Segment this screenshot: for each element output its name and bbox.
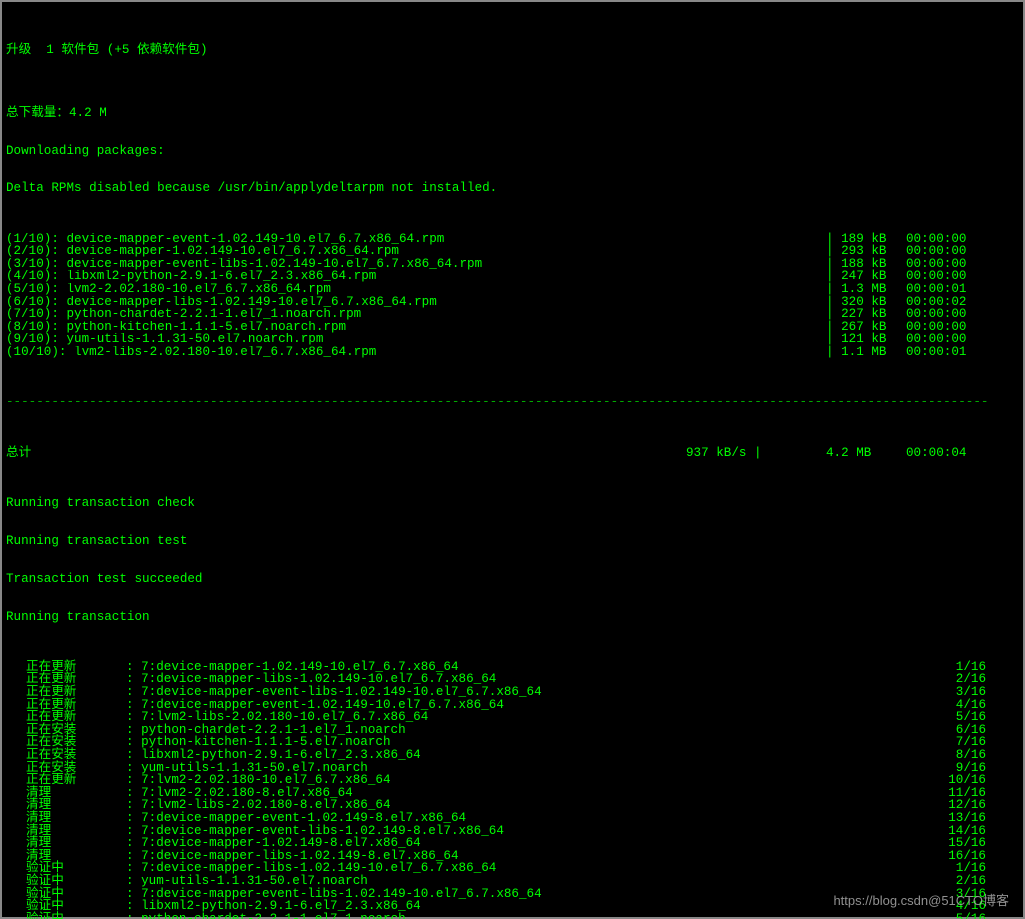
total-time: 00:00:04 [906,447,1006,460]
download-name: (3/10): device-mapper-event-libs-1.02.14… [6,258,826,271]
txn-action: 正在更新 [26,774,126,787]
txn-package: : 7:lvm2-2.02.180-10.el7_6.7.x86_64 [126,774,926,787]
download-size: | 1.1 MB [826,346,906,359]
txn-package: : yum-utils-1.1.31-50.el7.noarch [126,875,926,888]
txn-package: : libxml2-python-2.9.1-6.el7_2.3.x86_64 [126,900,926,913]
download-row: (10/10): lvm2-libs-2.02.180-10.el7_6.7.x… [6,346,1019,359]
download-total-row: 总计 937 kB/s | 4.2 MB 00:00:04 [6,447,1019,460]
transaction-row: 正在更新 : 7:lvm2-libs-2.02.180-10.el7_6.7.x… [6,711,1019,724]
txn-count: 13/16 [926,812,986,825]
transaction-row: 清理 : 7:device-mapper-event-1.02.149-8.el… [6,812,1019,825]
download-name: (4/10): libxml2-python-2.9.1-6.el7_2.3.x… [6,270,826,283]
txn-action: 正在更新 [26,686,126,699]
txn-count: 5/16 [926,913,986,919]
txn-count: 5/16 [926,711,986,724]
txn-count: 3/16 [926,686,986,699]
txn-action: 清理 [26,837,126,850]
transaction-list: 正在更新 : 7:device-mapper-1.02.149-10.el7_6… [6,661,1019,919]
txn-indent [6,837,26,850]
download-time: 00:00:00 [906,308,1006,321]
txn-check: Running transaction check [6,497,1019,510]
download-name: (5/10): lvm2-2.02.180-10.el7_6.7.x86_64.… [6,283,826,296]
txn-package: : 7:device-mapper-1.02.149-8.el7.x86_64 [126,837,926,850]
txn-action: 正在安装 [26,749,126,762]
txn-action: 验证中 [26,913,126,919]
transaction-row: 正在更新 : 7:lvm2-2.02.180-10.el7_6.7.x86_64… [6,774,1019,787]
download-name: (6/10): device-mapper-libs-1.02.149-10.e… [6,296,826,309]
watermark-text: https://blog.csdn@51CTO博客 [833,894,1009,907]
download-name: (8/10): python-kitchen-1.1.1-5.el7.noarc… [6,321,826,334]
download-row: (2/10): device-mapper-1.02.149-10.el7_6.… [6,245,1019,258]
terminal-window[interactable]: 升级 1 软件包 (+5 依赖软件包) 总下载量：4.2 M Downloadi… [0,0,1025,919]
download-name: (9/10): yum-utils-1.1.31-50.el7.noarch.r… [6,333,826,346]
txn-indent [6,900,26,913]
download-size: | 227 kB [826,308,906,321]
txn-action: 验证中 [26,900,126,913]
download-name: (1/10): device-mapper-event-1.02.149-10.… [6,233,826,246]
total-size: 4.2 MB [826,447,906,460]
download-name: (7/10): python-chardet-2.2.1-1.el7_1.noa… [6,308,826,321]
download-list: (1/10): device-mapper-event-1.02.149-10.… [6,233,1019,359]
txn-indent [6,774,26,787]
txn-package: : 7:lvm2-libs-2.02.180-10.el7_6.7.x86_64 [126,711,926,724]
txn-count: 10/16 [926,774,986,787]
delta-rpm-notice: Delta RPMs disabled because /usr/bin/app… [6,182,1019,195]
txn-package: : 7:device-mapper-event-libs-1.02.149-10… [126,686,926,699]
txn-test: Running transaction test [6,535,1019,548]
txn-package: : python-chardet-2.2.1-1.el7_1.noarch [126,913,926,919]
txn-package: : 7:device-mapper-event-1.02.149-8.el7.x… [126,812,926,825]
txn-action: 清理 [26,812,126,825]
txn-count: 15/16 [926,837,986,850]
download-row: (7/10): python-chardet-2.2.1-1.el7_1.noa… [6,308,1019,321]
download-size: | 1.3 MB [826,283,906,296]
downloading-header: Downloading packages: [6,145,1019,158]
transaction-row: 正在更新 : 7:device-mapper-event-libs-1.02.1… [6,686,1019,699]
transaction-row: 验证中 : python-chardet-2.2.1-1.el7_1.noarc… [6,913,1019,919]
txn-count: 8/16 [926,749,986,762]
transaction-row: 正在安装 : libxml2-python-2.9.1-6.el7_2.3.x8… [6,749,1019,762]
download-size: | 293 kB [826,245,906,258]
txn-action: 验证中 [26,875,126,888]
txn-indent [6,875,26,888]
total-download-size: 总下载量：4.2 M [6,107,1019,120]
upgrade-summary: 升级 1 软件包 (+5 依赖软件包) [6,44,1019,57]
txn-test-ok: Transaction test succeeded [6,573,1019,586]
txn-count: 2/16 [926,875,986,888]
total-label: 总计 [6,447,686,460]
download-time: 00:00:01 [906,346,1006,359]
download-time: 00:00:00 [906,245,1006,258]
download-name: (2/10): device-mapper-1.02.149-10.el7_6.… [6,245,826,258]
txn-indent [6,711,26,724]
transaction-row: 验证中 : yum-utils-1.1.31-50.el7.noarch2/16 [6,875,1019,888]
txn-package: : libxml2-python-2.9.1-6.el7_2.3.x86_64 [126,749,926,762]
transaction-row: 清理 : 7:device-mapper-1.02.149-8.el7.x86_… [6,837,1019,850]
download-row: (5/10): lvm2-2.02.180-10.el7_6.7.x86_64.… [6,283,1019,296]
download-name: (10/10): lvm2-libs-2.02.180-10.el7_6.7.x… [6,346,826,359]
txn-indent [6,749,26,762]
txn-indent [6,812,26,825]
txn-indent [6,913,26,919]
separator: ----------------------------------------… [6,396,1019,409]
txn-running: Running transaction [6,611,1019,624]
txn-indent [6,686,26,699]
txn-action: 正在更新 [26,711,126,724]
total-rate: 937 kB/s | [686,447,826,460]
download-time: 00:00:01 [906,283,1006,296]
